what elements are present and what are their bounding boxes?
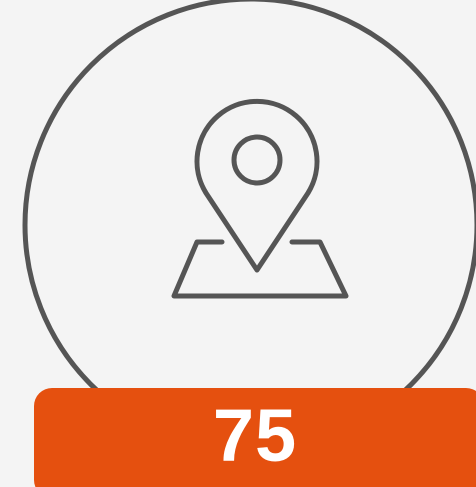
map-pin-outline [194,98,320,273]
circle-outline [22,0,476,454]
count-badge: 75 [34,388,476,487]
map-base-right [259,239,349,299]
map-pin-icon [171,98,349,299]
count-value: 75 [212,394,298,477]
map-pin-hole [231,134,283,186]
location-tile: 75 [0,0,476,487]
map-base-left [171,239,265,299]
